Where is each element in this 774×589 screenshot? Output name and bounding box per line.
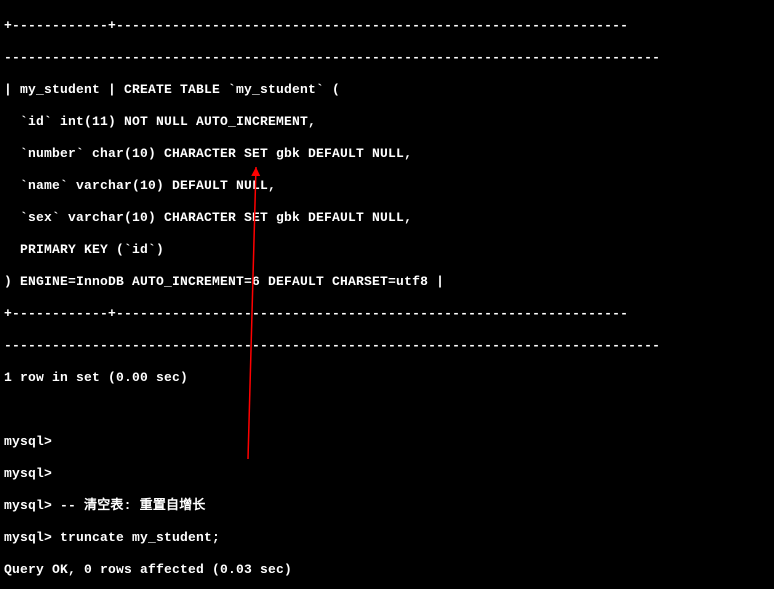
output-line: ----------------------------------------… xyxy=(4,338,770,354)
output-line: PRIMARY KEY (`id`) xyxy=(4,242,770,258)
output-line: +------------+--------------------------… xyxy=(4,306,770,322)
output-line: `id` int(11) NOT NULL AUTO_INCREMENT, xyxy=(4,114,770,130)
output-line: +------------+--------------------------… xyxy=(4,18,770,34)
output-line: Query OK, 0 rows affected (0.03 sec) xyxy=(4,562,770,578)
output-line: ----------------------------------------… xyxy=(4,50,770,66)
output-line: 1 row in set (0.00 sec) xyxy=(4,370,770,386)
prompt-line[interactable]: mysql> -- 清空表: 重置自增长 xyxy=(4,498,770,514)
output-line: `sex` varchar(10) CHARACTER SET gbk DEFA… xyxy=(4,210,770,226)
output-line: `name` varchar(10) DEFAULT NULL, xyxy=(4,178,770,194)
prompt-line[interactable]: mysql> xyxy=(4,466,770,482)
output-line: ) ENGINE=InnoDB AUTO_INCREMENT=6 DEFAULT… xyxy=(4,274,770,290)
output-line xyxy=(4,402,770,418)
prompt-line[interactable]: mysql> truncate my_student; xyxy=(4,530,770,546)
prompt-line[interactable]: mysql> xyxy=(4,434,770,450)
output-line: `number` char(10) CHARACTER SET gbk DEFA… xyxy=(4,146,770,162)
terminal-output: +------------+--------------------------… xyxy=(0,0,774,589)
output-line: | my_student | CREATE TABLE `my_student`… xyxy=(4,82,770,98)
